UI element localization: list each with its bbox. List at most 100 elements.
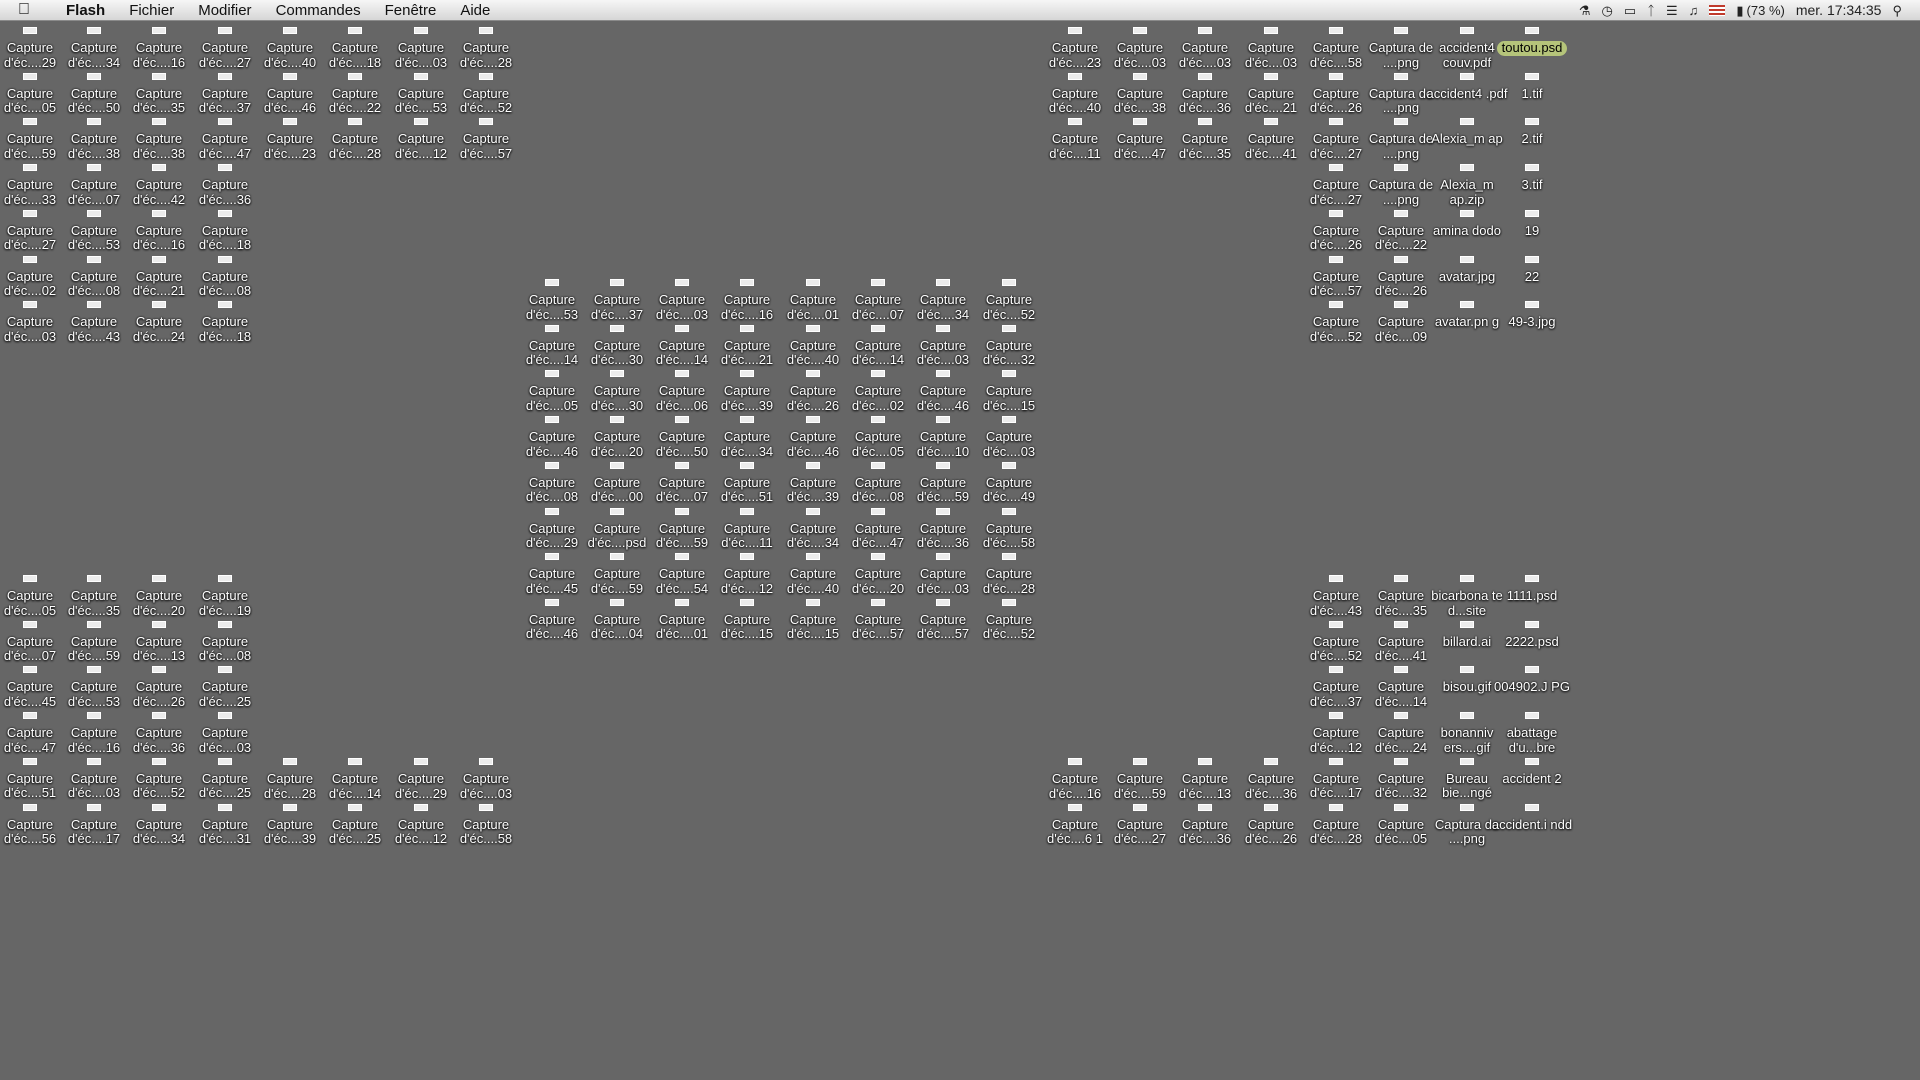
file-thumbnail-icon — [23, 118, 37, 126]
us-flag-icon[interactable] — [1709, 5, 1726, 16]
file-thumbnail-icon — [675, 416, 689, 424]
file-thumbnail-icon — [610, 598, 624, 606]
file-thumbnail-icon — [806, 279, 820, 286]
file-thumbnail-icon — [871, 416, 885, 424]
spotlight-icon[interactable]: ⚲ — [1892, 0, 1902, 21]
display-icon[interactable]: ▭ — [1624, 0, 1636, 21]
file-thumbnail-icon — [283, 758, 297, 765]
file-thumbnail-icon — [348, 118, 362, 126]
file-thumbnail-icon — [675, 324, 689, 332]
file-thumbnail-icon — [610, 553, 624, 561]
file-thumbnail-icon — [936, 553, 950, 561]
file-thumbnail-icon — [87, 666, 101, 674]
clock[interactable]: mer. 17:34:35 — [1796, 0, 1882, 21]
file-thumbnail-icon — [23, 712, 37, 720]
desktop-file-icon[interactable]: Capture d'éc....58 — [444, 795, 528, 851]
file-thumbnail-icon — [936, 598, 950, 606]
file-thumbnail-icon — [479, 758, 493, 765]
file-thumbnail-icon — [1525, 301, 1539, 309]
file-thumbnail-icon — [740, 279, 754, 286]
file-thumbnail-icon — [87, 620, 101, 628]
file-thumbnail-icon — [1068, 758, 1082, 765]
file-thumbnail-icon — [152, 757, 166, 765]
file-thumbnail-icon — [1002, 370, 1016, 378]
file-thumbnail-icon — [1329, 666, 1343, 674]
file-thumbnail-icon — [1394, 255, 1408, 263]
file-thumbnail-icon — [936, 324, 950, 332]
desktop: Capture d'éc....29 Capture d'éc....05 Capt… — [0, 21, 1920, 1080]
file-thumbnail-icon — [87, 27, 101, 34]
desktop-file-icon[interactable]: Capture d'éc....18 — [183, 292, 267, 348]
file-thumbnail-icon — [87, 255, 101, 263]
file-thumbnail-icon — [348, 27, 362, 34]
file-thumbnail-icon — [1329, 164, 1343, 172]
file-thumbnail-icon — [1329, 72, 1343, 80]
file-thumbnail-icon — [218, 118, 232, 126]
file-thumbnail-icon — [218, 164, 232, 172]
volume-icon[interactable]: ♫ — [1689, 0, 1699, 21]
file-thumbnail-icon — [610, 507, 624, 515]
file-thumbnail-icon — [414, 118, 428, 126]
apple-logo-icon[interactable]:  — [18, 1, 30, 19]
file-thumbnail-icon — [1460, 620, 1474, 628]
file-label: 19 — [1524, 222, 1540, 238]
file-thumbnail-icon — [1264, 118, 1278, 126]
file-thumbnail-icon — [871, 461, 885, 469]
file-thumbnail-icon — [1394, 575, 1408, 582]
file-label: 22 — [1524, 268, 1540, 284]
file-thumbnail-icon — [1198, 118, 1212, 126]
file-thumbnail-icon — [283, 803, 297, 811]
file-thumbnail-icon — [675, 370, 689, 378]
bluetooth-icon[interactable]: ᛏ — [1647, 0, 1655, 21]
file-thumbnail-icon — [414, 758, 428, 765]
file-thumbnail-icon — [152, 666, 166, 674]
time-machine-icon[interactable]: ◷ — [1602, 0, 1613, 21]
file-thumbnail-icon — [1002, 416, 1016, 424]
battery-icon[interactable]: ▮ — [1736, 0, 1743, 21]
file-thumbnail-icon — [1068, 803, 1082, 811]
file-thumbnail-icon — [479, 803, 493, 811]
file-thumbnail-icon — [23, 72, 37, 80]
file-thumbnail-icon — [1525, 164, 1539, 172]
wifi-icon[interactable]: ☰ — [1666, 0, 1678, 21]
file-thumbnail-icon — [87, 72, 101, 80]
file-label: accident.i ndd — [1491, 816, 1573, 832]
file-thumbnail-icon — [1394, 164, 1408, 172]
file-thumbnail-icon — [1525, 27, 1539, 34]
file-thumbnail-icon — [545, 279, 559, 286]
file-thumbnail-icon — [675, 553, 689, 561]
file-thumbnail-icon — [152, 803, 166, 811]
file-thumbnail-icon — [414, 803, 428, 811]
file-thumbnail-icon — [1525, 118, 1539, 126]
file-thumbnail-icon — [1525, 255, 1539, 263]
file-thumbnail-icon — [1525, 575, 1539, 582]
file-thumbnail-icon — [348, 72, 362, 80]
file-thumbnail-icon — [152, 164, 166, 172]
file-thumbnail-icon — [348, 758, 362, 765]
file-thumbnail-icon — [218, 72, 232, 80]
file-thumbnail-icon — [1002, 598, 1016, 606]
desktop-file-icon[interactable]: Capture d'éc....57 — [444, 109, 528, 165]
file-thumbnail-icon — [218, 620, 232, 628]
script-icon[interactable]: ⚗ — [1579, 0, 1591, 21]
file-thumbnail-icon — [152, 620, 166, 628]
file-thumbnail-icon — [936, 279, 950, 286]
desktop-file-icon[interactable]: 49-3.jpg — [1490, 292, 1574, 348]
file-thumbnail-icon — [545, 324, 559, 332]
file-label: 2.tif — [1521, 131, 1543, 147]
file-thumbnail-icon — [1394, 118, 1408, 126]
file-thumbnail-icon — [740, 461, 754, 469]
desktop-file-icon[interactable]: accident.i ndd — [1490, 795, 1574, 851]
file-thumbnail-icon — [218, 757, 232, 765]
file-thumbnail-icon — [545, 461, 559, 469]
file-thumbnail-icon — [348, 803, 362, 811]
file-thumbnail-icon — [1394, 620, 1408, 628]
file-label: 1.tif — [1521, 85, 1543, 101]
file-thumbnail-icon — [871, 324, 885, 332]
file-thumbnail-icon — [1525, 666, 1539, 674]
file-thumbnail-icon — [87, 757, 101, 765]
file-thumbnail-icon — [1394, 666, 1408, 674]
file-thumbnail-icon — [1329, 209, 1343, 217]
file-thumbnail-icon — [545, 416, 559, 424]
desktop-file-icon[interactable]: Capture d'éc....52 — [967, 590, 1051, 646]
